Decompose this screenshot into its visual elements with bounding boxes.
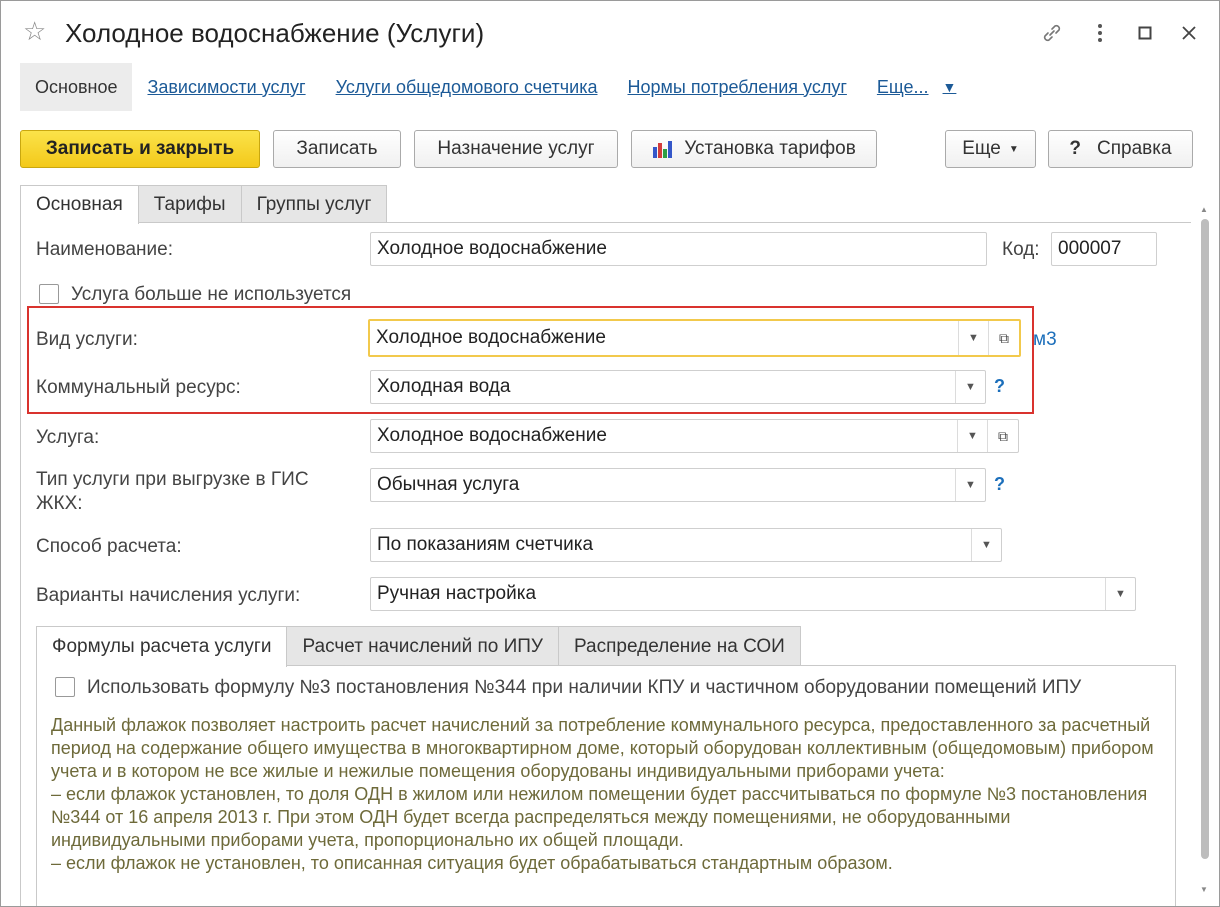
help-button[interactable]: ? Справка [1048, 130, 1193, 168]
window-title: Холодное водоснабжение (Услуги) [65, 18, 485, 48]
close-icon[interactable] [1174, 19, 1204, 47]
name-label: Наименование: [36, 239, 173, 260]
service-kind-select[interactable]: Холодное водоснабжение ▼ ⧉ [368, 319, 1021, 357]
tab-formulas-label: Формулы расчета услуги [52, 636, 272, 657]
calc-method-select[interactable]: По показаниям счетчика ▼ [370, 528, 1002, 562]
code-label: Код: [1002, 239, 1040, 260]
calc-method-label: Способ расчета: [36, 536, 182, 557]
formula-checkbox[interactable] [55, 677, 75, 697]
nav-more[interactable]: Еще... ▼ [862, 63, 972, 111]
link-icon[interactable] [1037, 19, 1067, 47]
window: ☆ Холодное водоснабжение (Услуги) Основн… [0, 0, 1220, 907]
save-label: Записать [296, 138, 378, 159]
tab-service-groups[interactable]: Группы услуг [240, 185, 388, 223]
help-question-icon: ? [1069, 138, 1082, 159]
service-label: Услуга: [36, 427, 100, 448]
set-tariffs-button[interactable]: Установка тарифов [631, 130, 877, 168]
vertical-scrollbar[interactable]: ▲ ▼ [1197, 201, 1213, 901]
maximize-icon[interactable] [1130, 19, 1160, 47]
code-input[interactable]: 000007 [1051, 232, 1157, 266]
unused-checkbox[interactable] [39, 284, 59, 304]
gis-type-value: Обычная услуга [377, 474, 520, 495]
nav-main-label: Основное [35, 76, 118, 97]
variants-label: Варианты начисления услуги: [36, 585, 301, 606]
save-button[interactable]: Записать [273, 130, 401, 168]
open-form-icon[interactable]: ⧉ [988, 321, 1019, 355]
service-select[interactable]: Холодное водоснабжение ▼ ⧉ [370, 419, 1019, 453]
resource-select[interactable]: Холодная вода ▼ [370, 370, 986, 404]
service-kind-label: Вид услуги: [36, 329, 138, 350]
dropdown-arrow-icon[interactable]: ▼ [955, 469, 985, 501]
form-nav: Основное Зависимости услуг Услуги общедо… [20, 63, 971, 111]
tab-service-groups-label: Группы услуг [256, 193, 372, 215]
dropdown-arrow-icon[interactable]: ▼ [958, 321, 988, 355]
code-value: 000007 [1058, 238, 1122, 259]
save-and-close-label: Записать и закрыть [45, 138, 235, 159]
assign-services-button[interactable]: Назначение услуг [414, 130, 618, 168]
chevron-down-icon: ▼ [1008, 143, 1019, 155]
nav-consumption-norms-label: Нормы потребления услуг [627, 76, 847, 97]
resource-value: Холодная вода [377, 376, 511, 397]
favorite-star-icon[interactable]: ☆ [23, 18, 46, 44]
scroll-up-icon[interactable]: ▲ [1200, 205, 1208, 214]
tab-tariffs-label: Тарифы [153, 193, 226, 215]
formula-checkbox-label: Использовать формулу №3 постановления №3… [87, 677, 1082, 698]
gis-type-label: Тип услуги при выгрузке в ГИС ЖКХ: [36, 469, 309, 514]
nav-consumption-norms[interactable]: Нормы потребления услуг [613, 63, 862, 111]
variants-select[interactable]: Ручная настройка ▼ [370, 577, 1136, 611]
dropdown-arrow-icon[interactable]: ▼ [957, 420, 987, 452]
service-kind-unit: м3 [1033, 329, 1057, 350]
unused-label: Услуга больше не используется [71, 284, 352, 305]
variants-value: Ручная настройка [377, 583, 537, 604]
scrollbar-thumb[interactable] [1201, 219, 1209, 859]
gis-type-help-icon[interactable]: ? [994, 474, 1005, 495]
nav-more-label: Еще... [876, 76, 929, 97]
dropdown-arrow-icon[interactable]: ▼ [955, 371, 985, 403]
formula-tabs: Формулы расчета услуги Расчет начислений… [36, 626, 801, 667]
calc-method-value: По показаниям счетчика [377, 534, 594, 555]
save-and-close-button[interactable]: Записать и закрыть [20, 130, 260, 168]
nav-dependencies[interactable]: Зависимости услуг [132, 63, 320, 111]
tab-main[interactable]: Основная [20, 185, 139, 224]
dropdown-arrow-icon[interactable]: ▼ [971, 529, 1001, 561]
service-kind-value: Холодное водоснабжение [376, 327, 606, 348]
tab-soi-distribution-label: Распределение на СОИ [574, 635, 785, 657]
more-button[interactable]: Еще ▼ [945, 130, 1036, 168]
tab-soi-distribution[interactable]: Распределение на СОИ [558, 626, 801, 666]
name-input[interactable]: Холодное водоснабжение [370, 232, 987, 266]
tab-formulas[interactable]: Формулы расчета услуги [36, 626, 288, 667]
nav-dependencies-label: Зависимости услуг [147, 76, 306, 97]
tab-main-label: Основная [36, 194, 123, 215]
resource-label: Коммунальный ресурс: [36, 377, 241, 398]
name-value: Холодное водоснабжение [377, 238, 607, 259]
nav-meter-services[interactable]: Услуги общедомового счетчика [321, 63, 613, 111]
set-tariffs-label: Установка тарифов [684, 138, 856, 159]
assign-services-label: Назначение услуг [437, 138, 595, 159]
more-menu-icon[interactable] [1085, 19, 1115, 47]
nav-meter-services-label: Услуги общедомового счетчика [335, 76, 598, 97]
main-tabs: Основная Тарифы Группы услуг [20, 185, 388, 224]
more-label: Еще [962, 138, 1001, 159]
tab-ipu-calc-label: Расчет начислений по ИПУ [302, 635, 544, 657]
bar-chart-icon [652, 139, 674, 159]
service-value: Холодное водоснабжение [377, 425, 607, 446]
scroll-down-icon[interactable]: ▼ [1200, 885, 1208, 894]
open-form-icon[interactable]: ⧉ [987, 420, 1018, 452]
resource-help-icon[interactable]: ? [994, 376, 1005, 397]
nav-main[interactable]: Основное [20, 63, 133, 111]
tab-tariffs[interactable]: Тарифы [137, 185, 242, 223]
help-label: Справка [1097, 138, 1172, 159]
gis-type-select[interactable]: Обычная услуга ▼ [370, 468, 986, 502]
dropdown-arrow-icon[interactable]: ▼ [1105, 578, 1135, 610]
tab-ipu-calc[interactable]: Расчет начислений по ИПУ [286, 626, 560, 666]
chevron-down-icon: ▼ [942, 79, 957, 95]
formula-description: Данный флажок позволяет настроить расчет… [51, 715, 1154, 873]
